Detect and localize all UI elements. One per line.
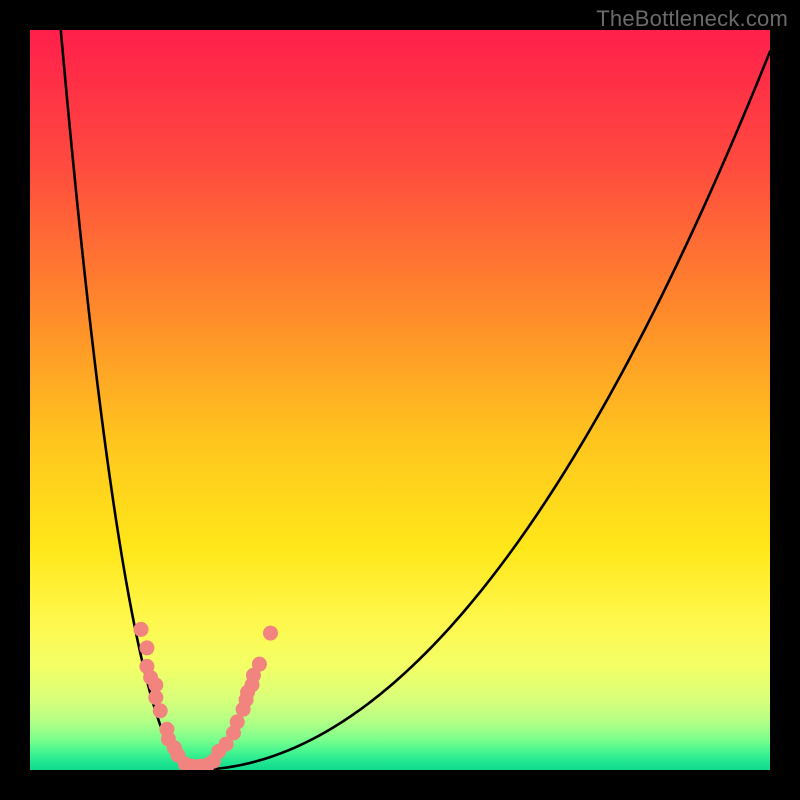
data-points-layer bbox=[30, 30, 770, 770]
data-point bbox=[148, 690, 163, 705]
data-point bbox=[153, 703, 168, 718]
data-point bbox=[263, 626, 278, 641]
chart-frame: TheBottleneck.com bbox=[0, 0, 800, 800]
data-point bbox=[252, 657, 267, 672]
data-point bbox=[134, 622, 149, 637]
data-point bbox=[139, 640, 154, 655]
plot-area bbox=[30, 30, 770, 770]
watermark-text: TheBottleneck.com bbox=[596, 6, 788, 32]
